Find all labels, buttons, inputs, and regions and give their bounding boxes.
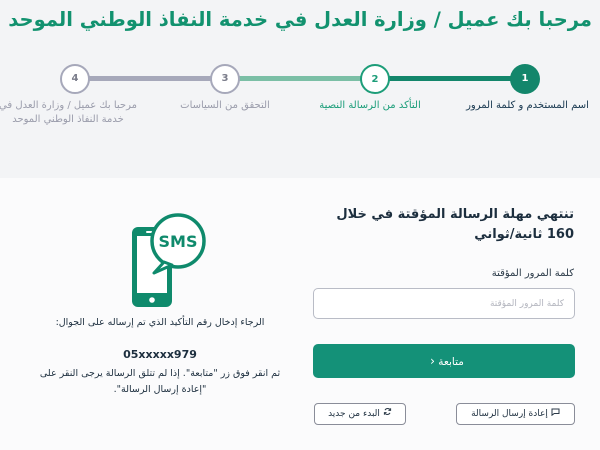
step-4-circle: 4 bbox=[60, 64, 90, 94]
sms-instruction: الرجاء إدخال رقم التأكيد الذي تم إرساله … bbox=[55, 317, 265, 328]
step-1-label: اسم المستخدم و كلمة المرور bbox=[466, 100, 589, 111]
step-3-circle: 3 bbox=[210, 64, 240, 94]
resend-message-button[interactable]: إعادة إرسال الرسالة bbox=[456, 403, 575, 425]
masked-phone-number: 05xxxxx979 bbox=[123, 348, 197, 361]
stepper-track-segment bbox=[388, 76, 520, 81]
stepper-track-pending bbox=[82, 76, 222, 81]
continue-button[interactable]: متابعة ‹ bbox=[313, 344, 575, 378]
step-3-label: التحقق من السياسات bbox=[180, 100, 270, 111]
step-2-label: التأكد من الرسالة النصية bbox=[319, 100, 421, 111]
step-1-circle: 1 bbox=[510, 64, 540, 94]
resend-label: إعادة إرسال الرسالة bbox=[471, 409, 548, 419]
chevron-left-icon: ‹ bbox=[430, 354, 435, 368]
sms-note: ثم انقر فوق زر "متابعة". إذا لم تتلق الر… bbox=[39, 368, 281, 395]
step-2-circle: 2 bbox=[360, 64, 390, 94]
restart-label: البدء من جديد bbox=[328, 409, 380, 419]
otp-label: كلمة المرور المؤقتة bbox=[491, 268, 574, 279]
sms-phone-icon: SMS bbox=[132, 213, 206, 307]
message-icon bbox=[551, 404, 560, 425]
timer-title: تنتهي مهلة الرسالة المؤقتة في خلال 160 ث… bbox=[336, 207, 574, 242]
page-title: مرحبا بك عميل / وزارة العدل في خدمة النف… bbox=[8, 8, 592, 31]
otp-input[interactable] bbox=[313, 288, 575, 319]
refresh-icon bbox=[383, 404, 392, 425]
restart-button[interactable]: البدء من جديد bbox=[314, 403, 406, 425]
step-4-label: مرحبا بك عميل / وزارة العدل في خدمة النف… bbox=[0, 100, 137, 125]
continue-label: متابعة bbox=[438, 356, 464, 368]
sms-badge-text: SMS bbox=[159, 232, 198, 251]
